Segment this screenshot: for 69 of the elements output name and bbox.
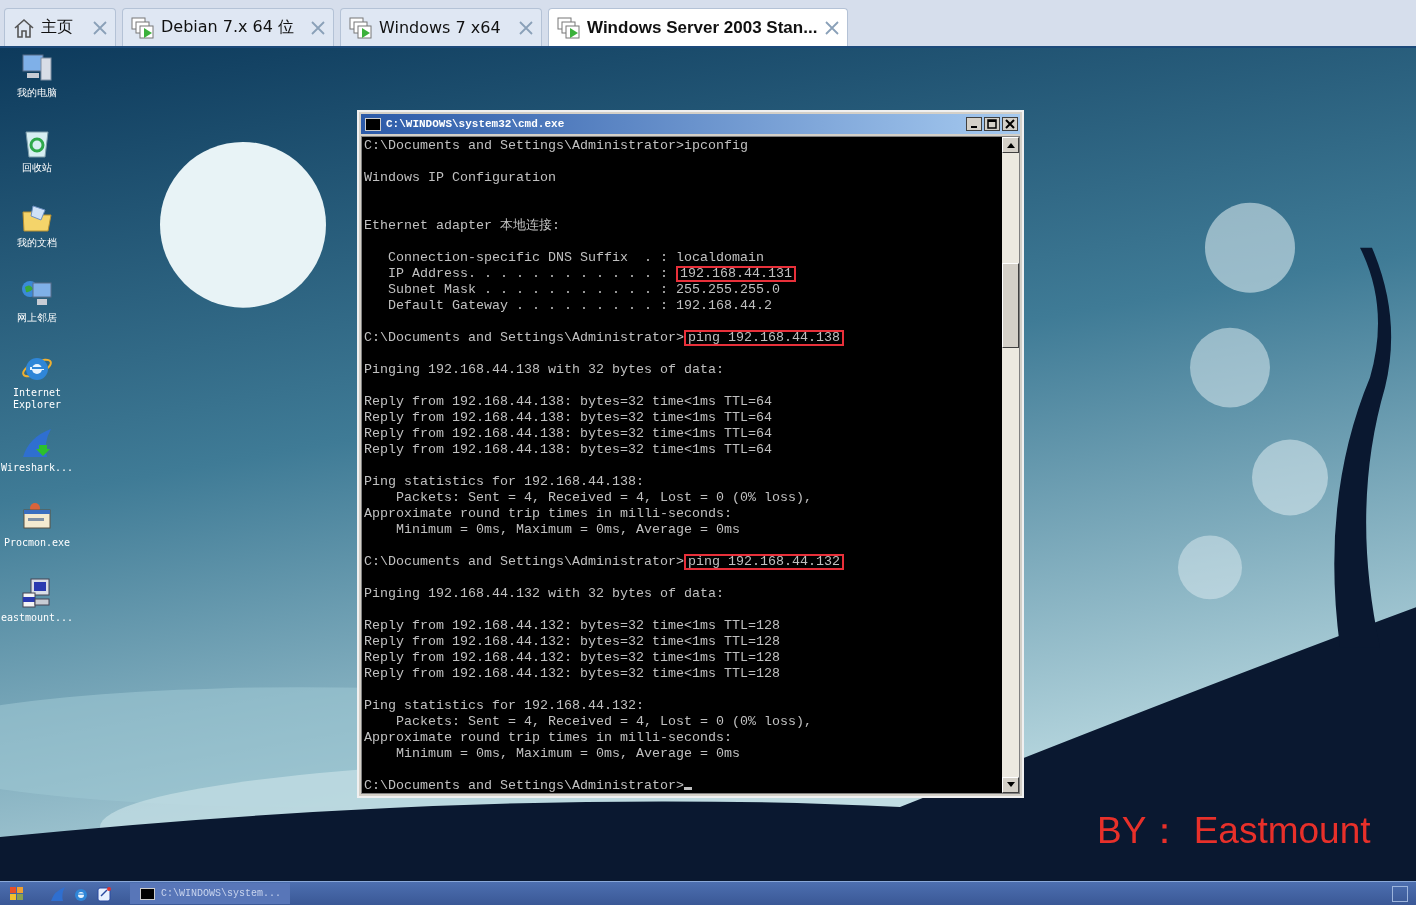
vm-tab[interactable]: Windows 7 x64 [340,8,542,46]
minimize-icon [971,126,977,128]
console-line: Packets: Sent = 4, Received = 4, Lost = 0 (0% loss), [395,490,812,505]
console-line: Reply from 192.168.44.138: bytes=32 time<1ms TTL=64 [364,394,772,409]
minimize-button[interactable] [966,117,982,131]
console-line: Reply from 192.168.44.138: bytes=32 time<1ms TTL=64 [364,426,772,441]
notepad-icon[interactable] [96,885,112,902]
scroll-thumb[interactable] [1002,263,1019,348]
console-line: C:\Documents and Settings\Administrator> [364,778,684,793]
maximize-button[interactable] [984,117,1000,131]
desktop-icon-label[interactable]: 回收站 [22,162,52,174]
vm-tab[interactable]: 主页 [4,8,116,46]
console-line: Pinging 192.168.44.132 with 32 bytes of data: [364,586,724,601]
desktop-icon-label[interactable]: 网上邻居 [17,312,57,324]
close-icon[interactable] [825,20,839,35]
console-line: Windows IP Configuration [364,170,556,185]
desktop-icon-label[interactable]: Internet Explorer [7,387,67,411]
desktop-icon-label[interactable]: Wireshark... [0,462,74,474]
close-button[interactable] [1002,117,1018,131]
console-line: C:\Documents and Settings\Administrator>ipconfig [364,138,748,153]
highlighted-command: ping 192.168.44.138 [683,330,844,346]
console-icon [140,887,155,900]
console-line: IP Address. . . . . . . . . . . . : [387,266,669,281]
highlighted-command: 192.168.44.131 [675,266,796,282]
console-line: Minimum = 0ms, Maximum = 0ms, Average = 0ms [395,522,740,537]
vm-tab[interactable]: Windows Server 2003 Stan... [548,8,848,46]
console-line: Default Gateway . . . . . . . . . : 192.168.44.2 [387,298,772,313]
scroll-up-button[interactable] [1002,137,1019,153]
console-line: Reply from 192.168.44.132: bytes=32 time<1ms TTL=128 [364,650,780,665]
virtual-machine-icon [349,15,373,40]
start-icon[interactable] [10,886,24,901]
console-icon [365,117,381,131]
console-line: Packets: Sent = 4, Received = 4, Lost = 0 (0% loss), [395,714,812,729]
installer-icon[interactable] [21,577,53,609]
scroll-down-button[interactable] [1002,777,1019,793]
desktop-icon-label[interactable]: 我的电脑 [17,87,57,99]
desktop-icon-label[interactable]: Procmon.exe [3,537,71,549]
folder-icon[interactable] [21,202,53,234]
up-arrow-icon [1006,142,1015,148]
virtual-machine-icon [131,15,155,40]
author-caption: BY： Eastmount [1097,809,1371,853]
console-line: C:\Documents and Settings\Administrator> [364,554,684,569]
scrollbar[interactable] [1002,137,1019,793]
console-line: Ethernet adapter 本地连接: [364,218,560,233]
console-line: Pinging 192.168.44.138 with 32 bytes of data: [364,362,724,377]
console-line: Ping statistics for 192.168.44.138: [364,474,644,489]
computer-icon[interactable] [21,52,53,84]
vm-tab[interactable]: Debian 7.x 64 位 [122,8,334,46]
console-line: Reply from 192.168.44.138: bytes=32 time<1ms TTL=64 [364,442,772,457]
close-icon [1005,119,1015,129]
highlighted-command: ping 192.168.44.132 [683,554,844,570]
console-line: Reply from 192.168.44.138: bytes=32 time<1ms TTL=64 [364,410,772,425]
down-arrow-icon [1006,782,1015,788]
console-line: Minimum = 0ms, Maximum = 0ms, Average = 0ms [395,746,740,761]
console-line: C:\Documents and Settings\Administrator> [364,330,684,345]
virtual-machine-icon [557,15,581,40]
console-line: Approximate round trip times in milli-seconds: [364,506,732,521]
console-line: Approximate round trip times in milli-seconds: [364,730,732,745]
console-line: Reply from 192.168.44.132: bytes=32 time<1ms TTL=128 [364,634,780,649]
console-line: Reply from 192.168.44.132: bytes=32 time<1ms TTL=128 [364,666,780,681]
desktop-icon-label[interactable]: 我的文档 [17,237,57,249]
maximize-icon [987,119,997,129]
console-line: Subnet Mask . . . . . . . . . . . : 255.255.255.0 [387,282,780,297]
show-desktop-icon[interactable] [1392,885,1408,902]
console-line: Ping statistics for 192.168.44.132: [364,698,644,713]
window-title: C:\WINDOWS\system32\cmd.exe [386,118,566,130]
home-icon [13,16,35,39]
console-line: Reply from 192.168.44.132: bytes=32 time<1ms TTL=128 [364,618,780,633]
console-line: Connection-specific DNS Suffix . : localdomain [387,250,764,265]
